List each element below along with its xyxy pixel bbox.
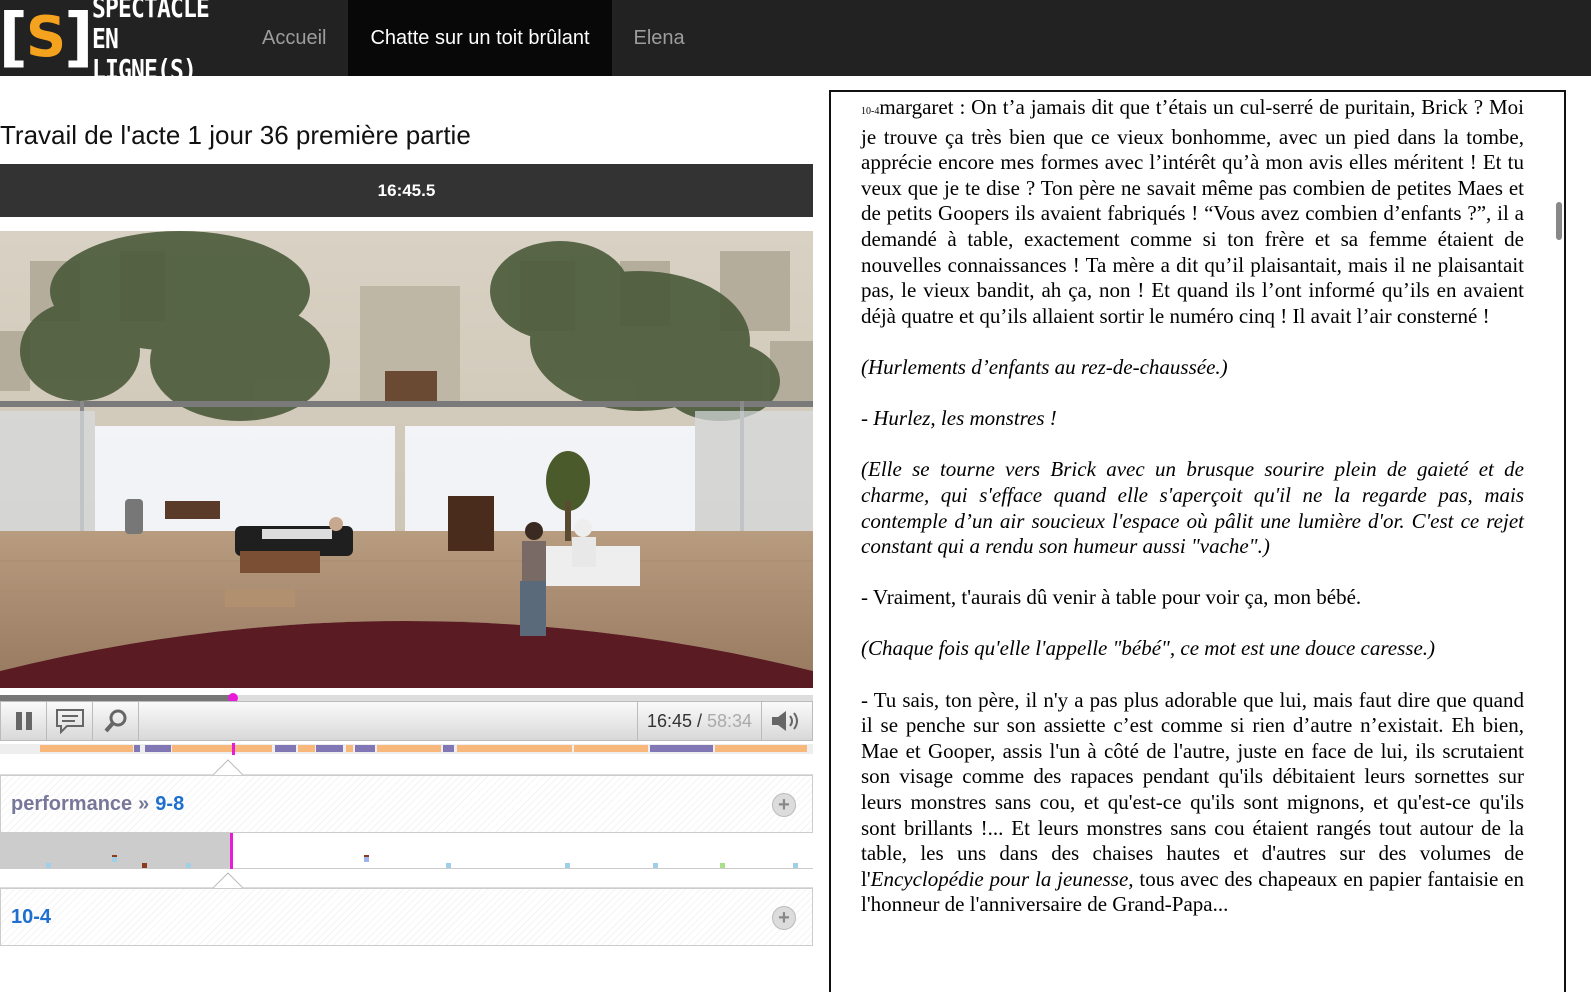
annotation-tick[interactable] — [792, 863, 798, 868]
scrollbar-thumb[interactable] — [1556, 202, 1562, 240]
search-button[interactable] — [93, 701, 139, 741]
timeline-segment[interactable] — [456, 745, 572, 752]
volume-button[interactable] — [762, 701, 812, 741]
current-timecode: 16:45.5 — [0, 164, 813, 217]
comment-icon — [55, 709, 84, 734]
timeline-segment[interactable] — [134, 745, 140, 752]
timeline-segment[interactable] — [298, 745, 315, 752]
breadcrumb-category[interactable]: performance — [11, 793, 132, 816]
bench — [225, 589, 295, 607]
search-icon — [103, 709, 126, 733]
annotation-tick[interactable] — [719, 863, 725, 868]
annotation-tick[interactable] — [364, 857, 370, 862]
page-title: Travail de l'acte 1 jour 36 première par… — [0, 120, 471, 150]
timeline-segment[interactable] — [316, 745, 344, 752]
bin — [125, 499, 143, 534]
annotation-tick[interactable] — [446, 863, 452, 868]
site-logo[interactable]: [S] SPECTACLE EN LIGNE(S) — [0, 0, 240, 85]
top-navbar: [S] SPECTACLE EN LIGNE(S) Accueil Chatte… — [0, 0, 1591, 85]
breadcrumb-value[interactable]: 9-8 — [155, 793, 184, 816]
annotation-tick[interactable] — [565, 863, 571, 868]
total-time: 58:34 — [707, 711, 753, 731]
timeline-segment[interactable] — [377, 745, 442, 752]
timeline-segment[interactable] — [39, 745, 133, 752]
volume-icon — [772, 711, 798, 731]
annotation-density[interactable] — [0, 833, 813, 869]
script-paragraph: - Hurlez, les monstres ! — [861, 406, 1057, 431]
annotation-tick[interactable] — [652, 863, 658, 868]
script-paragraph: (Chaque fois qu'elle l'appelle "bébé", c… — [861, 636, 1436, 661]
time-readout: 16:45 / 58:34 — [638, 701, 762, 741]
line-reference[interactable]: 10-4 — [861, 106, 879, 117]
script-text: 10-4margaret : On t’a jamais dit que t’é… — [861, 95, 1524, 944]
segment-timeline[interactable] — [0, 743, 813, 755]
timeline-segment[interactable] — [274, 745, 296, 752]
timeline-segment[interactable] — [573, 745, 648, 752]
script-paragraph: - Tu sais, ton père, il n'y a pas plus a… — [861, 687, 1524, 917]
panel-pointer — [0, 759, 813, 776]
pause-icon — [15, 712, 32, 730]
timeline-segment[interactable] — [715, 745, 808, 752]
script-text-panel[interactable]: 10-4margaret : On t’a jamais dit que t’é… — [829, 90, 1566, 992]
script-paragraph: - Vraiment, t'aurais dû venir à table po… — [861, 585, 1362, 610]
logo-text: SPECTACLE EN LIGNE(S) — [92, 0, 210, 86]
playhead-marker — [230, 833, 233, 869]
expand-line-icon[interactable]: + — [772, 906, 796, 930]
video-frame[interactable] — [0, 231, 813, 688]
sideboard — [165, 501, 220, 519]
script-paragraph: (Hurlements d’enfants au rez-de-chaussée… — [861, 354, 1228, 379]
timeline-segment[interactable] — [345, 745, 353, 752]
panel-pointer — [0, 872, 813, 889]
timeline-segment[interactable] — [144, 745, 171, 752]
nav-accueil[interactable]: Accueil — [240, 0, 348, 76]
script-paragraph: 10-4margaret : On t’a jamais dit que t’é… — [861, 95, 1524, 328]
radio-cabinet — [448, 496, 494, 551]
annotation-tick[interactable] — [186, 863, 192, 868]
scrollbar[interactable] — [1554, 92, 1562, 992]
stage-scene — [0, 231, 813, 688]
current-line-label[interactable]: 10-4 — [11, 906, 51, 929]
expand-category-icon[interactable]: + — [772, 793, 796, 817]
nav-chatte-sur-un-toit-brulant[interactable]: Chatte sur un toit brûlant — [348, 0, 612, 76]
timeline-segment[interactable] — [650, 745, 713, 752]
timeline-segment[interactable] — [443, 745, 455, 752]
annotation-tick[interactable] — [46, 863, 52, 868]
timeline-playhead — [231, 743, 235, 755]
current-time: 16:45 — [646, 711, 692, 731]
line-panel[interactable]: 10-4 + — [0, 888, 813, 946]
player-controls: 16:45 / 58:34 — [0, 701, 813, 741]
doorway — [385, 371, 437, 403]
pause-button[interactable] — [1, 701, 47, 741]
coffee-table — [240, 551, 320, 573]
timeline-segment[interactable] — [172, 745, 273, 752]
nav-elena[interactable]: Elena — [612, 0, 707, 76]
logo-mark: [S] — [0, 1, 94, 75]
script-paragraph: (Elle se tourne vers Brick avec un brusq… — [861, 457, 1524, 559]
annotation-tick[interactable] — [142, 863, 148, 868]
timeline-segment[interactable] — [355, 745, 375, 752]
category-panel[interactable]: performance » 9-8 + — [0, 775, 813, 833]
comment-button[interactable] — [47, 701, 93, 741]
annotation-tick[interactable] — [112, 857, 118, 862]
